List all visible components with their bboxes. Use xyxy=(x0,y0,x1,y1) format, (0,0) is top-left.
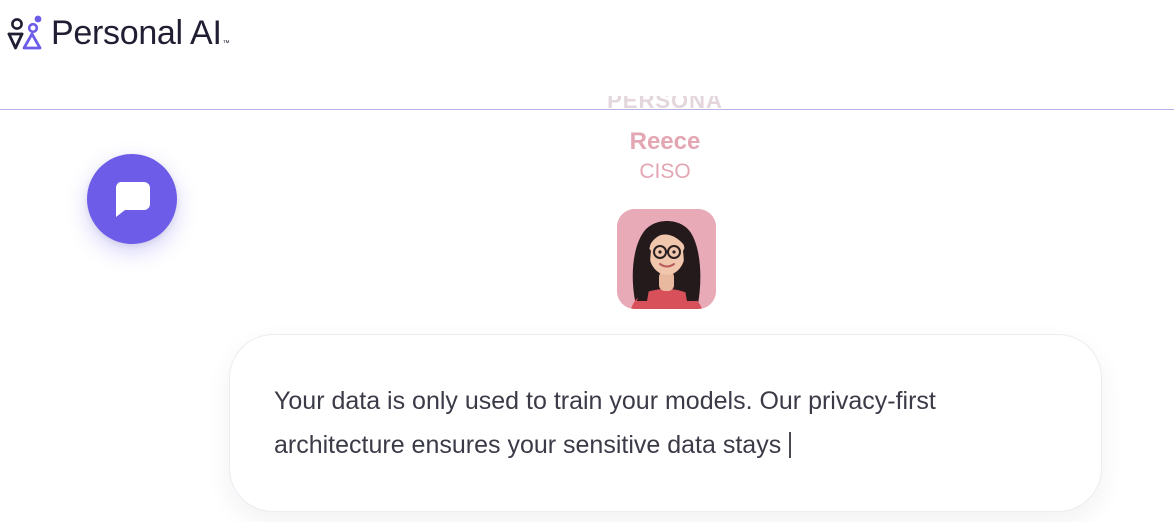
site-header: Personal AI ™ xyxy=(0,0,1174,110)
trademark-symbol: ™ xyxy=(222,40,230,47)
message-body: Your data is only used to train your mod… xyxy=(274,387,936,459)
chat-bubble-icon xyxy=(115,182,150,217)
page: Personal AI ™ PERSONA Reece CISO Your da… xyxy=(0,0,1174,522)
persona-avatar xyxy=(617,209,716,309)
persona-role: CISO xyxy=(639,160,691,183)
persona-kicker: PERSONA xyxy=(607,96,723,113)
brand-name: Personal AI xyxy=(51,13,222,52)
brand-logo[interactable]: Personal AI ™ xyxy=(7,13,230,53)
typing-caret xyxy=(789,432,792,458)
message-text: Your data is only used to train your mod… xyxy=(274,379,1034,467)
message-card: Your data is only used to train your mod… xyxy=(229,334,1102,512)
avatar-portrait xyxy=(617,209,716,309)
personal-ai-logo-icon xyxy=(7,15,42,50)
chat-launcher-button[interactable] xyxy=(87,154,177,244)
persona-name: Reece xyxy=(629,128,701,155)
